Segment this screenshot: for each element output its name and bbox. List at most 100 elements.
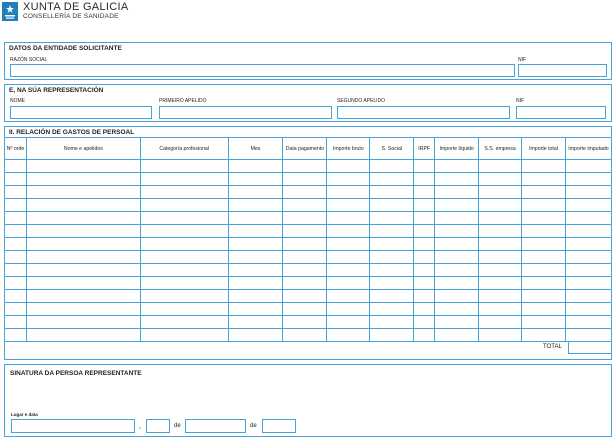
table-cell[interactable] [434,302,480,316]
representative-nif-field[interactable] [516,106,606,119]
table-cell[interactable] [25,276,141,290]
table-cell[interactable] [326,172,371,186]
table-cell[interactable] [478,211,523,225]
table-cell[interactable] [282,224,328,238]
table-cell[interactable] [326,198,371,212]
table-cell[interactable] [434,224,480,238]
table-cell[interactable] [478,302,523,316]
table-cell[interactable] [4,211,27,225]
table-cell[interactable] [139,289,229,303]
table-cell[interactable] [139,263,229,277]
table-cell[interactable] [413,237,436,251]
table-cell[interactable] [139,302,229,316]
table-cell[interactable] [434,328,480,342]
table-cell[interactable] [227,237,284,251]
table-cell[interactable] [413,172,436,186]
table-cell[interactable] [564,315,613,329]
primeiro-apelido-field[interactable] [159,106,332,119]
table-cell[interactable] [413,276,436,290]
table-cell[interactable] [521,198,566,212]
table-cell[interactable] [139,172,229,186]
table-cell[interactable] [4,302,27,316]
table-cell[interactable] [369,250,415,264]
table-cell[interactable] [326,250,371,264]
table-cell[interactable] [521,250,566,264]
table-cell[interactable] [413,263,436,277]
table-cell[interactable] [282,289,328,303]
table-cell[interactable] [434,159,480,173]
table-cell[interactable] [326,185,371,199]
table-cell[interactable] [413,250,436,264]
table-cell[interactable] [282,172,328,186]
table-cell[interactable] [478,237,523,251]
table-cell[interactable] [4,198,27,212]
table-cell[interactable] [521,289,566,303]
table-cell[interactable] [478,263,523,277]
table-cell[interactable] [282,198,328,212]
table-cell[interactable] [4,328,27,342]
table-cell[interactable] [369,185,415,199]
table-cell[interactable] [326,276,371,290]
table-cell[interactable] [369,289,415,303]
table-cell[interactable] [282,237,328,251]
table-cell[interactable] [282,328,328,342]
table-cell[interactable] [478,315,523,329]
table-cell[interactable] [478,172,523,186]
table-cell[interactable] [434,263,480,277]
table-cell[interactable] [521,302,566,316]
table-cell[interactable] [25,289,141,303]
table-cell[interactable] [413,198,436,212]
table-cell[interactable] [413,289,436,303]
table-cell[interactable] [326,159,371,173]
table-cell[interactable] [4,289,27,303]
table-cell[interactable] [478,198,523,212]
table-cell[interactable] [25,302,141,316]
table-cell[interactable] [227,159,284,173]
table-cell[interactable] [434,250,480,264]
table-cell[interactable] [227,211,284,225]
table-cell[interactable] [564,159,613,173]
nome-field[interactable] [10,106,152,119]
table-cell[interactable] [413,159,436,173]
table-cell[interactable] [139,198,229,212]
table-cell[interactable] [478,289,523,303]
table-cell[interactable] [4,224,27,238]
table-cell[interactable] [434,276,480,290]
table-cell[interactable] [139,211,229,225]
table-cell[interactable] [521,328,566,342]
year-field[interactable] [262,419,296,433]
place-field[interactable] [11,419,135,433]
table-cell[interactable] [521,172,566,186]
table-cell[interactable] [4,185,27,199]
table-cell[interactable] [413,302,436,316]
table-cell[interactable] [478,159,523,173]
table-cell[interactable] [434,237,480,251]
table-cell[interactable] [369,198,415,212]
table-cell[interactable] [521,185,566,199]
table-cell[interactable] [478,185,523,199]
table-cell[interactable] [282,250,328,264]
table-cell[interactable] [478,328,523,342]
table-cell[interactable] [564,302,613,316]
table-cell[interactable] [326,211,371,225]
table-cell[interactable] [478,250,523,264]
table-cell[interactable] [434,198,480,212]
table-cell[interactable] [478,224,523,238]
table-cell[interactable] [564,328,613,342]
segundo-apelido-field[interactable] [337,106,510,119]
table-cell[interactable] [227,263,284,277]
table-cell[interactable] [369,302,415,316]
table-cell[interactable] [564,237,613,251]
table-cell[interactable] [139,250,229,264]
table-cell[interactable] [25,237,141,251]
table-cell[interactable] [521,315,566,329]
table-cell[interactable] [326,328,371,342]
table-cell[interactable] [369,276,415,290]
entity-nif-field[interactable] [518,64,607,77]
table-cell[interactable] [282,276,328,290]
table-cell[interactable] [4,237,27,251]
table-cell[interactable] [521,211,566,225]
table-cell[interactable] [25,250,141,264]
table-cell[interactable] [139,224,229,238]
table-cell[interactable] [521,224,566,238]
